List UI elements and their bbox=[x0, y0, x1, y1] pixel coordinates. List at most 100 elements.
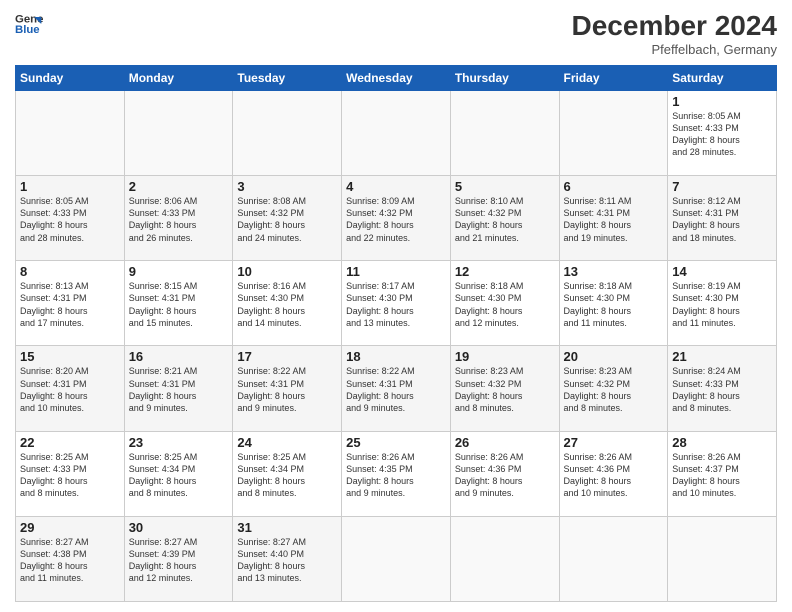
day-number: 11 bbox=[346, 264, 446, 279]
cell-text: Sunrise: 8:10 AMSunset: 4:32 PMDaylight:… bbox=[455, 195, 555, 244]
table-row: 18Sunrise: 8:22 AMSunset: 4:31 PMDayligh… bbox=[342, 346, 451, 431]
table-row: 27Sunrise: 8:26 AMSunset: 4:36 PMDayligh… bbox=[559, 431, 668, 516]
table-row: 20Sunrise: 8:23 AMSunset: 4:32 PMDayligh… bbox=[559, 346, 668, 431]
logo-icon: General Blue bbox=[15, 10, 43, 38]
day-number: 13 bbox=[564, 264, 664, 279]
day-number: 3 bbox=[237, 179, 337, 194]
cell-text: Sunrise: 8:18 AMSunset: 4:30 PMDaylight:… bbox=[564, 280, 664, 329]
cell-text: Sunrise: 8:22 AMSunset: 4:31 PMDaylight:… bbox=[237, 365, 337, 414]
cell-text: Sunrise: 8:11 AMSunset: 4:31 PMDaylight:… bbox=[564, 195, 664, 244]
cell-text: Sunrise: 8:26 AMSunset: 4:36 PMDaylight:… bbox=[455, 451, 555, 500]
table-row: 19Sunrise: 8:23 AMSunset: 4:32 PMDayligh… bbox=[450, 346, 559, 431]
table-row: 29Sunrise: 8:27 AMSunset: 4:38 PMDayligh… bbox=[16, 516, 125, 601]
day-number: 12 bbox=[455, 264, 555, 279]
cell-text: Sunrise: 8:16 AMSunset: 4:30 PMDaylight:… bbox=[237, 280, 337, 329]
table-row: 22Sunrise: 8:25 AMSunset: 4:33 PMDayligh… bbox=[16, 431, 125, 516]
table-row bbox=[450, 91, 559, 176]
table-row: 9Sunrise: 8:15 AMSunset: 4:31 PMDaylight… bbox=[124, 261, 233, 346]
day-number: 9 bbox=[129, 264, 229, 279]
table-row bbox=[124, 91, 233, 176]
day-number: 31 bbox=[237, 520, 337, 535]
table-row: 6Sunrise: 8:11 AMSunset: 4:31 PMDaylight… bbox=[559, 176, 668, 261]
table-row bbox=[342, 91, 451, 176]
calendar-week-row: 22Sunrise: 8:25 AMSunset: 4:33 PMDayligh… bbox=[16, 431, 777, 516]
day-number: 5 bbox=[455, 179, 555, 194]
svg-text:Blue: Blue bbox=[15, 24, 40, 36]
day-number: 8 bbox=[20, 264, 120, 279]
day-number: 21 bbox=[672, 349, 772, 364]
table-row: 24Sunrise: 8:25 AMSunset: 4:34 PMDayligh… bbox=[233, 431, 342, 516]
table-row: 1Sunrise: 8:05 AMSunset: 4:33 PMDaylight… bbox=[668, 91, 777, 176]
table-row: 30Sunrise: 8:27 AMSunset: 4:39 PMDayligh… bbox=[124, 516, 233, 601]
day-number: 7 bbox=[672, 179, 772, 194]
table-row: 14Sunrise: 8:19 AMSunset: 4:30 PMDayligh… bbox=[668, 261, 777, 346]
day-number: 6 bbox=[564, 179, 664, 194]
table-row: 16Sunrise: 8:21 AMSunset: 4:31 PMDayligh… bbox=[124, 346, 233, 431]
cell-text: Sunrise: 8:23 AMSunset: 4:32 PMDaylight:… bbox=[455, 365, 555, 414]
cell-text: Sunrise: 8:19 AMSunset: 4:30 PMDaylight:… bbox=[672, 280, 772, 329]
table-row: 26Sunrise: 8:26 AMSunset: 4:36 PMDayligh… bbox=[450, 431, 559, 516]
table-row: 7Sunrise: 8:12 AMSunset: 4:31 PMDaylight… bbox=[668, 176, 777, 261]
day-number: 19 bbox=[455, 349, 555, 364]
cell-text: Sunrise: 8:25 AMSunset: 4:33 PMDaylight:… bbox=[20, 451, 120, 500]
day-number: 14 bbox=[672, 264, 772, 279]
logo: General Blue General Blue bbox=[15, 10, 43, 38]
day-number: 20 bbox=[564, 349, 664, 364]
table-row: 17Sunrise: 8:22 AMSunset: 4:31 PMDayligh… bbox=[233, 346, 342, 431]
table-row: 5Sunrise: 8:10 AMSunset: 4:32 PMDaylight… bbox=[450, 176, 559, 261]
col-friday: Friday bbox=[559, 66, 668, 91]
day-number: 17 bbox=[237, 349, 337, 364]
day-number: 28 bbox=[672, 435, 772, 450]
cell-text: Sunrise: 8:13 AMSunset: 4:31 PMDaylight:… bbox=[20, 280, 120, 329]
table-row bbox=[342, 516, 451, 601]
day-number: 15 bbox=[20, 349, 120, 364]
cell-text: Sunrise: 8:08 AMSunset: 4:32 PMDaylight:… bbox=[237, 195, 337, 244]
day-number: 1 bbox=[20, 179, 120, 194]
calendar-week-row: 29Sunrise: 8:27 AMSunset: 4:38 PMDayligh… bbox=[16, 516, 777, 601]
day-number: 1 bbox=[672, 94, 772, 109]
cell-text: Sunrise: 8:15 AMSunset: 4:31 PMDaylight:… bbox=[129, 280, 229, 329]
calendar-week-row: 1Sunrise: 8:05 AMSunset: 4:33 PMDaylight… bbox=[16, 91, 777, 176]
month-title: December 2024 bbox=[572, 10, 777, 42]
day-number: 10 bbox=[237, 264, 337, 279]
cell-text: Sunrise: 8:17 AMSunset: 4:30 PMDaylight:… bbox=[346, 280, 446, 329]
cell-text: Sunrise: 8:05 AMSunset: 4:33 PMDaylight:… bbox=[20, 195, 120, 244]
table-row bbox=[16, 91, 125, 176]
table-row bbox=[559, 91, 668, 176]
table-row: 10Sunrise: 8:16 AMSunset: 4:30 PMDayligh… bbox=[233, 261, 342, 346]
table-row: 8Sunrise: 8:13 AMSunset: 4:31 PMDaylight… bbox=[16, 261, 125, 346]
table-row: 31Sunrise: 8:27 AMSunset: 4:40 PMDayligh… bbox=[233, 516, 342, 601]
cell-text: Sunrise: 8:26 AMSunset: 4:36 PMDaylight:… bbox=[564, 451, 664, 500]
table-row: 15Sunrise: 8:20 AMSunset: 4:31 PMDayligh… bbox=[16, 346, 125, 431]
cell-text: Sunrise: 8:27 AMSunset: 4:38 PMDaylight:… bbox=[20, 536, 120, 585]
day-number: 30 bbox=[129, 520, 229, 535]
day-number: 16 bbox=[129, 349, 229, 364]
cell-text: Sunrise: 8:26 AMSunset: 4:35 PMDaylight:… bbox=[346, 451, 446, 500]
day-number: 24 bbox=[237, 435, 337, 450]
page: General Blue General Blue December 2024 … bbox=[0, 0, 792, 612]
day-number: 18 bbox=[346, 349, 446, 364]
col-wednesday: Wednesday bbox=[342, 66, 451, 91]
cell-text: Sunrise: 8:24 AMSunset: 4:33 PMDaylight:… bbox=[672, 365, 772, 414]
header: General Blue General Blue December 2024 … bbox=[15, 10, 777, 57]
cell-text: Sunrise: 8:12 AMSunset: 4:31 PMDaylight:… bbox=[672, 195, 772, 244]
table-row: 13Sunrise: 8:18 AMSunset: 4:30 PMDayligh… bbox=[559, 261, 668, 346]
table-row: 1Sunrise: 8:05 AMSunset: 4:33 PMDaylight… bbox=[16, 176, 125, 261]
title-block: December 2024 Pfeffelbach, Germany bbox=[572, 10, 777, 57]
table-row bbox=[450, 516, 559, 601]
table-row: 3Sunrise: 8:08 AMSunset: 4:32 PMDaylight… bbox=[233, 176, 342, 261]
day-number: 4 bbox=[346, 179, 446, 194]
cell-text: Sunrise: 8:23 AMSunset: 4:32 PMDaylight:… bbox=[564, 365, 664, 414]
col-sunday: Sunday bbox=[16, 66, 125, 91]
day-number: 29 bbox=[20, 520, 120, 535]
table-row: 2Sunrise: 8:06 AMSunset: 4:33 PMDaylight… bbox=[124, 176, 233, 261]
table-row: 23Sunrise: 8:25 AMSunset: 4:34 PMDayligh… bbox=[124, 431, 233, 516]
day-number: 23 bbox=[129, 435, 229, 450]
day-number: 25 bbox=[346, 435, 446, 450]
table-row bbox=[559, 516, 668, 601]
calendar-week-row: 1Sunrise: 8:05 AMSunset: 4:33 PMDaylight… bbox=[16, 176, 777, 261]
calendar-week-row: 15Sunrise: 8:20 AMSunset: 4:31 PMDayligh… bbox=[16, 346, 777, 431]
cell-text: Sunrise: 8:21 AMSunset: 4:31 PMDaylight:… bbox=[129, 365, 229, 414]
cell-text: Sunrise: 8:05 AMSunset: 4:33 PMDaylight:… bbox=[672, 110, 772, 159]
table-row bbox=[668, 516, 777, 601]
